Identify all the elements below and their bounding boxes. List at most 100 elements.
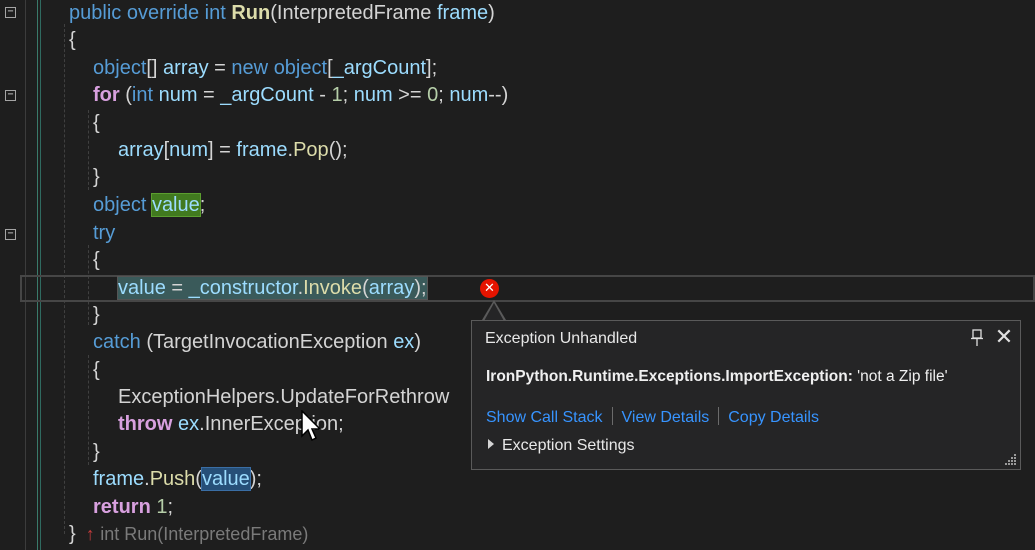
punct: ; (342, 84, 354, 106)
code-line-17: } (93, 439, 100, 466)
brace: { (93, 249, 100, 271)
param-name: frame (436, 2, 489, 24)
error-glyph-icon[interactable]: ✕ (480, 279, 499, 298)
variable: num (158, 84, 198, 106)
code-line-4: for (int num = _argCount - 1; num >= 0; … (93, 82, 508, 109)
variable: num (353, 84, 393, 106)
method-call: Pop (293, 139, 329, 161)
code-line-18: frame.Push(value); (93, 466, 262, 493)
code-line-3: object[] array = new object[_argCount]; (93, 55, 437, 82)
variable: frame (93, 468, 145, 490)
punct: ) (414, 331, 421, 353)
brace: { (69, 29, 76, 51)
brace: } (69, 523, 76, 545)
codelens-signature[interactable]: int Run(InterpretedFrame) (100, 524, 308, 544)
popup-title: Exception Unhandled (485, 330, 638, 347)
punct: ( (140, 331, 154, 353)
variable-highlight[interactable]: value (200, 467, 251, 491)
variable: _constructor (188, 277, 298, 299)
variable: value (118, 277, 166, 299)
type-name: InterpretedFrame (276, 2, 432, 24)
punct: >= (392, 84, 428, 106)
variable: array (368, 277, 415, 299)
number: 0 (427, 84, 439, 106)
copy-details-link[interactable]: Copy Details (728, 409, 819, 426)
error-statement-highlight[interactable]: value = _constructor.Invoke(array); (117, 276, 428, 300)
punct: ]; (426, 57, 438, 79)
code-line-8: object value; (93, 192, 205, 219)
brace: { (93, 359, 100, 381)
code-line-10: { (93, 247, 100, 274)
variable: frame (236, 139, 288, 161)
punct: ] = (208, 139, 237, 161)
punct: --) (488, 84, 509, 106)
code-line-11-current: value = _constructor.Invoke(array); (117, 275, 428, 302)
punct: (); (328, 139, 348, 161)
keyword: int (131, 84, 154, 106)
punct: ); (414, 277, 427, 299)
keyword: return (93, 496, 151, 518)
method-call: UpdateForRethrow (280, 386, 450, 408)
code-line-14: { (93, 357, 100, 384)
variable-highlight[interactable]: value (150, 193, 201, 217)
number: 1 (156, 496, 168, 518)
method-call: Invoke (303, 277, 363, 299)
punct: [] (146, 57, 164, 79)
variable: num (169, 139, 209, 161)
exception-text: 'not a Zip file' (852, 368, 948, 385)
variable: _argCount (220, 84, 314, 106)
punct: ( (362, 277, 369, 299)
code-line-5: { (93, 110, 100, 137)
popup-links: Show Call Stack View Details Copy Details (486, 407, 819, 427)
code-line-15: ExceptionHelpers.UpdateForRethrow (118, 384, 449, 411)
exception-popup: Exception Unhandled ✕ IronPython.Runtime… (471, 320, 1021, 470)
keyword: override (126, 2, 200, 24)
method-call: Push (149, 468, 196, 490)
punct: - (313, 84, 332, 106)
code-line-2: { (69, 27, 76, 54)
brace: } (93, 166, 100, 188)
close-icon[interactable]: ✕ (994, 327, 1014, 349)
resize-grip-icon[interactable] (1003, 452, 1017, 466)
link-separator (611, 407, 613, 425)
code-line-7: } (93, 164, 100, 191)
keyword: object (93, 57, 147, 79)
exception-type: IronPython.Runtime.Exceptions.ImportExce… (486, 368, 853, 385)
code-line-9: try (93, 220, 115, 247)
code-line-1: public override int Run(InterpretedFrame… (69, 0, 495, 27)
punct: ; (167, 496, 174, 518)
show-call-stack-link[interactable]: Show Call Stack (486, 409, 603, 426)
popup-pointer-fill (484, 303, 504, 321)
punct: ; (199, 194, 206, 216)
punct: ( (119, 84, 132, 106)
view-details-link[interactable]: View Details (622, 409, 710, 426)
punct: = (208, 57, 232, 79)
brace: } (93, 441, 100, 463)
variable: ex (178, 413, 200, 435)
punct: = (165, 277, 189, 299)
variable: array (118, 139, 164, 161)
keyword: int (204, 2, 226, 24)
brace: } (93, 304, 100, 326)
expand-triangle-icon (488, 439, 494, 449)
exception-settings-label: Exception Settings (502, 437, 635, 454)
number: 1 (331, 84, 343, 106)
keyword: object (93, 194, 147, 216)
type-name: TargetInvocationException (153, 331, 388, 353)
keyword: throw (118, 413, 173, 435)
code-line-20: } ↑ int Run(InterpretedFrame) (69, 521, 308, 548)
codelens-arrow-icon[interactable]: ↑ (86, 524, 95, 544)
code-line-6: array[num] = frame.Pop(); (118, 137, 348, 164)
mouse-pointer-icon (301, 410, 322, 442)
punct: ); (249, 468, 262, 490)
pin-icon[interactable] (969, 329, 985, 347)
variable: array (163, 57, 209, 79)
variable: num (449, 84, 489, 106)
code-line-19: return 1; (93, 494, 173, 521)
code-line-12: } (93, 302, 100, 329)
keyword: catch (93, 331, 141, 353)
exception-settings-expander[interactable]: Exception Settings (488, 437, 635, 455)
punct: ; (438, 84, 450, 106)
exception-message: IronPython.Runtime.Exceptions.ImportExce… (486, 368, 948, 386)
keyword: for (93, 84, 120, 106)
